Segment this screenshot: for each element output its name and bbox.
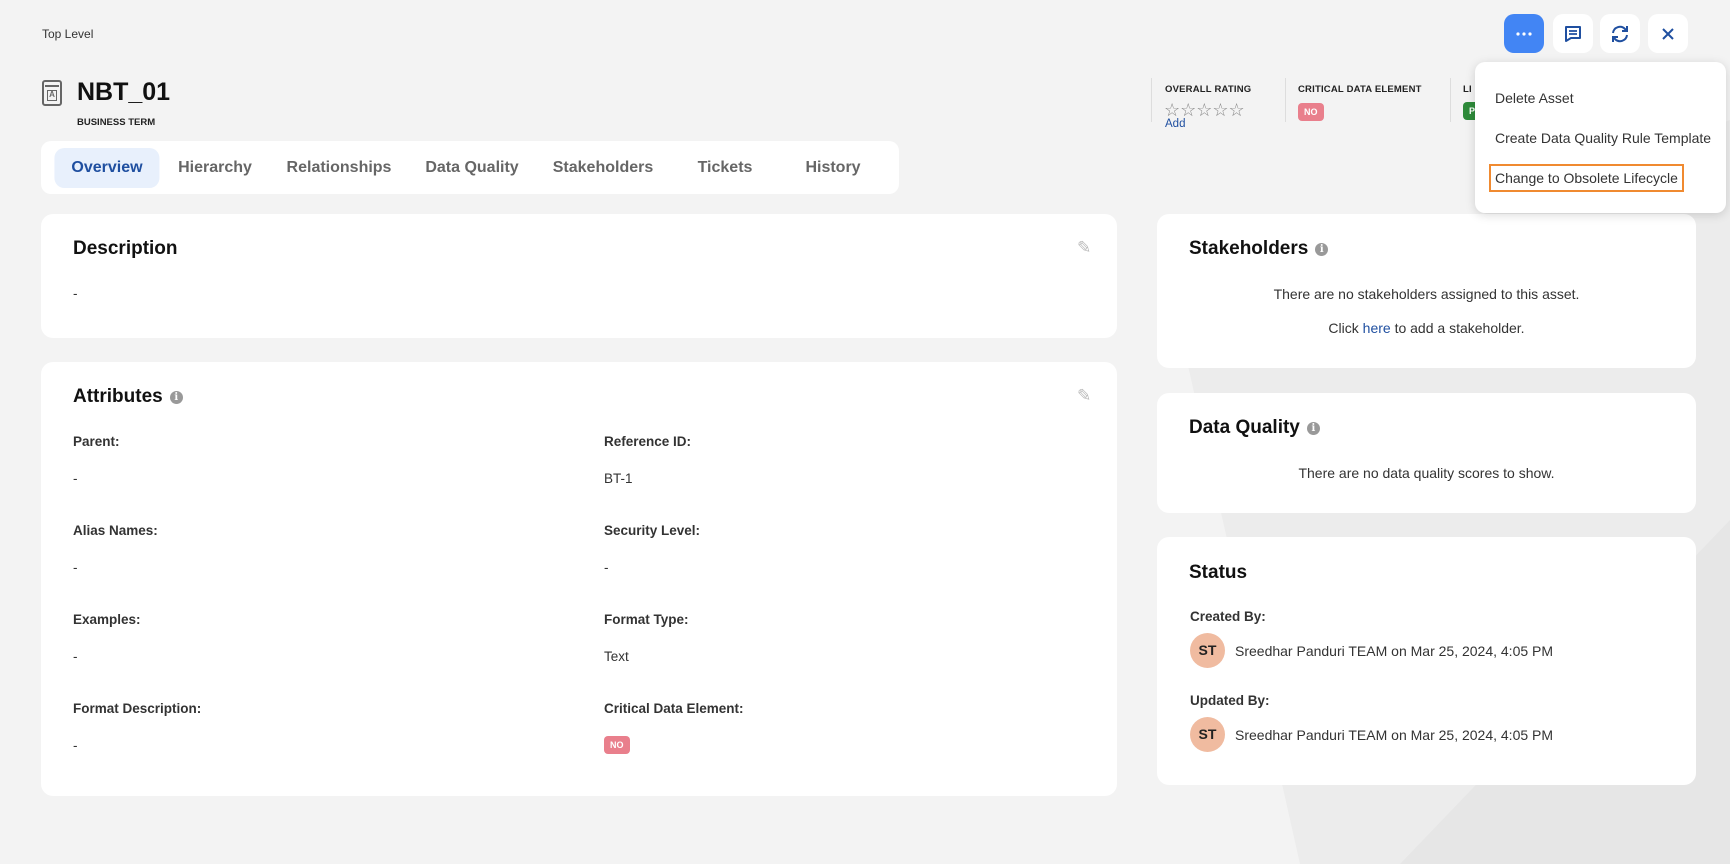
- click-text: Click: [1328, 320, 1359, 336]
- attr-value-security-level: -: [604, 560, 609, 575]
- avatar: ST: [1190, 633, 1225, 668]
- more-horizontal-icon: [1516, 31, 1532, 36]
- attributes-card: Attributes i ✎ Parent: - Reference ID: BT…: [41, 362, 1117, 796]
- attr-label-security-level: Security Level:: [604, 523, 701, 538]
- comment-icon: [1565, 25, 1581, 42]
- menu-item-delete-asset[interactable]: Delete Asset: [1495, 90, 1574, 106]
- tab-stakeholders[interactable]: Stakeholders: [553, 148, 653, 188]
- tab-bar: Overview Hierarchy Relationships Data Qu…: [41, 141, 899, 194]
- stakeholders-title-text: Stakeholders: [1189, 238, 1309, 259]
- more-button[interactable]: [1504, 14, 1544, 53]
- asset-type: BUSINESS TERM: [77, 117, 156, 128]
- tab-relationships[interactable]: Relationships: [287, 148, 392, 188]
- attr-value-critical-data-element: NO: [604, 735, 630, 754]
- add-rating-link[interactable]: Add: [1165, 118, 1185, 130]
- data-quality-card: Data Quality i There are no data quality …: [1157, 393, 1696, 513]
- attr-value-format-type: Text: [604, 649, 629, 664]
- refresh-icon: [1612, 25, 1628, 42]
- attr-label-format-type: Format Type:: [604, 612, 689, 627]
- description-title: Description: [73, 238, 178, 259]
- attr-value-parent: -: [73, 471, 78, 486]
- attr-label-parent: Parent:: [73, 434, 120, 449]
- tab-history[interactable]: History: [805, 148, 860, 188]
- add-stakeholder-line: Click here to add a stakeholder.: [1157, 320, 1696, 336]
- attr-value-examples: -: [73, 649, 78, 664]
- divider: [1285, 78, 1286, 122]
- status-title: Status: [1189, 562, 1248, 583]
- stakeholders-card: Stakeholders i There are no stakeholders …: [1157, 214, 1696, 368]
- updated-by-label: Updated By:: [1190, 693, 1270, 708]
- critical-data-element-label: CRITICAL DATA ELEMENT: [1298, 84, 1422, 95]
- menu-item-create-dq-rule-template[interactable]: Create Data Quality Rule Template: [1495, 130, 1711, 146]
- divider: [1151, 78, 1152, 122]
- suffix-text: to add a stakeholder.: [1394, 320, 1525, 336]
- breadcrumb[interactable]: Top Level: [42, 27, 93, 41]
- lifecycle-label: LI: [1463, 84, 1472, 95]
- tab-tickets[interactable]: Tickets: [698, 148, 753, 188]
- description-value: -: [73, 286, 78, 301]
- attributes-title-text: Attributes: [73, 386, 163, 407]
- data-quality-title: Data Quality i: [1189, 417, 1320, 439]
- attr-value-alias-names: -: [73, 560, 78, 575]
- created-by-text: Sreedhar Panduri TEAM on Mar 25, 2024, 4…: [1235, 643, 1554, 659]
- divider: [1450, 78, 1451, 122]
- attr-label-examples: Examples:: [73, 612, 141, 627]
- info-icon[interactable]: i: [1306, 421, 1320, 435]
- close-button[interactable]: [1648, 14, 1688, 53]
- attr-value-format-description: -: [73, 738, 78, 753]
- refresh-button[interactable]: [1600, 14, 1640, 53]
- edit-attributes-icon[interactable]: ✎: [1077, 386, 1091, 406]
- stakeholders-title: Stakeholders i: [1189, 238, 1329, 260]
- business-term-icon: A: [42, 80, 62, 106]
- data-quality-title-text: Data Quality: [1189, 417, 1300, 438]
- add-stakeholder-link[interactable]: here: [1363, 320, 1391, 336]
- data-quality-empty-text: There are no data quality scores to show…: [1298, 465, 1555, 481]
- info-icon[interactable]: i: [1315, 242, 1329, 256]
- tab-hierarchy[interactable]: Hierarchy: [178, 148, 252, 188]
- tab-overview[interactable]: Overview: [54, 148, 160, 188]
- attributes-title: Attributes i: [73, 386, 183, 408]
- attr-value-reference-id: BT-1: [604, 471, 633, 486]
- created-by-label: Created By:: [1190, 609, 1266, 624]
- critical-data-element-badge: NO: [1298, 102, 1324, 121]
- stakeholders-empty-text: There are no stakeholders assigned to th…: [1273, 286, 1580, 302]
- attr-label-format-description: Format Description:: [73, 701, 202, 716]
- attr-label-alias-names: Alias Names:: [73, 523, 158, 538]
- menu-item-change-to-obsolete-lifecycle[interactable]: Change to Obsolete Lifecycle: [1489, 164, 1684, 192]
- edit-description-icon[interactable]: ✎: [1077, 238, 1091, 258]
- more-actions-menu: Delete Asset Create Data Quality Rule Te…: [1475, 62, 1726, 213]
- tab-data-quality[interactable]: Data Quality: [425, 148, 518, 188]
- attr-label-reference-id: Reference ID:: [604, 434, 692, 449]
- description-card: Description ✎ -: [41, 214, 1117, 338]
- status-card: Status Created By: ST Sreedhar Panduri T…: [1157, 537, 1696, 785]
- overall-rating-label: OVERALL RATING: [1165, 84, 1252, 95]
- updated-by-text: Sreedhar Panduri TEAM on Mar 25, 2024, 4…: [1235, 727, 1554, 743]
- page-title: NBT_01: [77, 78, 171, 106]
- avatar: ST: [1190, 717, 1225, 752]
- close-icon: [1662, 27, 1674, 40]
- attr-label-critical-data-element: Critical Data Element:: [604, 701, 744, 716]
- comments-button[interactable]: [1553, 14, 1593, 53]
- info-icon[interactable]: i: [169, 390, 183, 404]
